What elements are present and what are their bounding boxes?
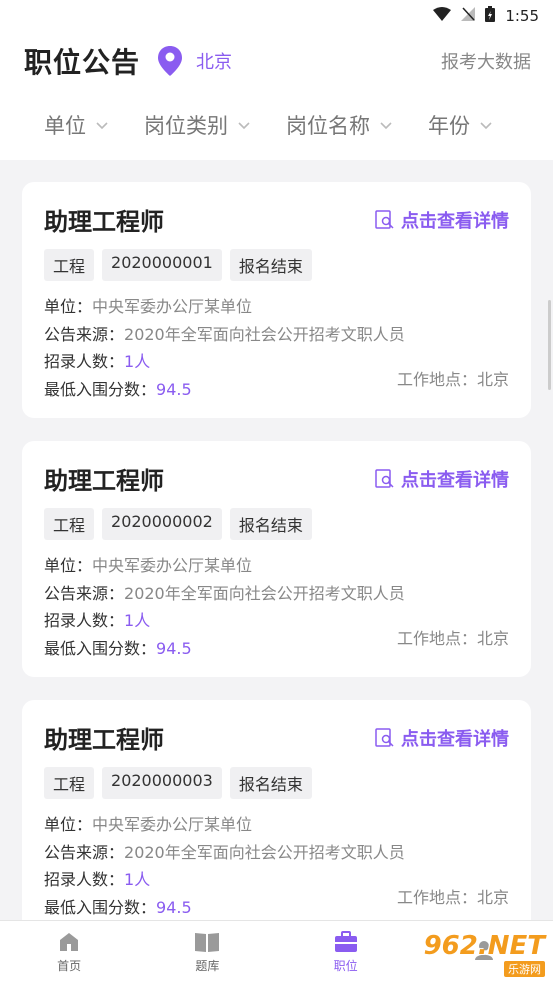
source-row: 公告来源：2020年全军面向社会公开招考文职人员 (44, 580, 509, 608)
filter-label: 岗位名称 (286, 114, 370, 138)
home-icon (60, 932, 79, 951)
filter-label: 单位 (44, 114, 86, 138)
tab-label: 职位 (333, 958, 358, 973)
job-card[interactable]: 助理工程师 点击查看详情 工程 2020000002 报名结束 单位：中央军委办… (22, 441, 531, 677)
unit-row: 单位：中央军委办公厅某单位 (44, 293, 509, 321)
source-label: 公告来源： (44, 324, 125, 344)
filter-unit[interactable]: 单位 (44, 110, 108, 140)
job-title: 助理工程师 (44, 726, 164, 754)
status-time: 1:55 (505, 7, 539, 25)
source-value: 2020年全军面向社会公开招考文职人员 (124, 583, 405, 603)
score-value: 94.5 (156, 897, 192, 917)
tab-label: 首页 (57, 958, 82, 973)
unit-label: 单位： (44, 815, 93, 834)
tag-category: 工程 (44, 508, 95, 540)
view-detail-link[interactable]: 点击查看详情 (375, 466, 509, 492)
tab-question-bank[interactable]: 题库 (138, 921, 276, 983)
chevron-down-icon (380, 122, 392, 130)
unit-label: 单位： (44, 297, 93, 316)
job-list: 助理工程师 点击查看详情 工程 2020000001 报名结束 单位：中央军委办… (0, 160, 553, 936)
tag-category: 工程 (44, 249, 95, 281)
document-search-icon (375, 209, 394, 229)
tag-code: 2020000003 (102, 767, 222, 799)
unit-label: 单位： (44, 556, 93, 575)
work-location: 工作地点：北京 (396, 888, 509, 907)
unit-value: 中央军委办公厅某单位 (92, 297, 253, 316)
chevron-down-icon (238, 122, 250, 130)
status-bar: 1:55 (0, 0, 553, 32)
job-title: 助理工程师 (44, 208, 164, 236)
filter-position[interactable]: 岗位名称 (286, 110, 392, 140)
no-signal-icon (461, 7, 476, 25)
tag-code: 2020000002 (102, 508, 222, 540)
filter-label: 岗位类别 (144, 114, 228, 138)
view-detail-link[interactable]: 点击查看详情 (375, 207, 509, 233)
filter-category[interactable]: 岗位类别 (144, 110, 250, 140)
count-label: 招录人数： (44, 870, 125, 889)
tag-code: 2020000001 (102, 249, 222, 281)
battery-icon (485, 6, 496, 26)
big-data-link[interactable]: 报考大数据 (441, 48, 531, 74)
city-selector[interactable]: 北京 (196, 48, 232, 74)
count-value: 1人 (124, 352, 151, 371)
job-card[interactable]: 助理工程师 点击查看详情 工程 2020000003 报名结束 单位：中央军委办… (22, 700, 531, 936)
app-header: 职位公告 北京 报考大数据 (0, 32, 553, 90)
count-label: 招录人数： (44, 611, 125, 630)
source-label: 公告来源： (44, 842, 125, 862)
scrollbar[interactable] (548, 300, 551, 390)
source-value: 2020年全军面向社会公开招考文职人员 (124, 324, 405, 344)
unit-row: 单位：中央军委办公厅某单位 (44, 552, 509, 580)
source-row: 公告来源：2020年全军面向社会公开招考文职人员 (44, 839, 509, 867)
source-label: 公告来源： (44, 583, 125, 603)
tab-home[interactable]: 首页 (0, 921, 138, 983)
count-label: 招录人数： (44, 352, 125, 371)
location-pin-icon[interactable] (158, 46, 183, 76)
score-label: 最低入围分数： (44, 638, 157, 658)
tag-status: 报名结束 (229, 767, 312, 799)
view-detail-label: 点击查看详情 (401, 469, 509, 491)
document-search-icon (375, 468, 394, 488)
view-detail-label: 点击查看详情 (401, 728, 509, 750)
filter-year[interactable]: 年份 (428, 110, 492, 140)
watermark-text: 962.NET (423, 931, 545, 961)
chevron-down-icon (480, 122, 492, 130)
source-row: 公告来源：2020年全军面向社会公开招考文职人员 (44, 321, 509, 349)
watermark-subtext: 乐游网 (504, 961, 545, 977)
page-title: 职位公告 (24, 46, 141, 79)
document-search-icon (375, 727, 394, 747)
chevron-down-icon (96, 122, 108, 130)
score-value: 94.5 (156, 379, 192, 399)
score-label: 最低入围分数： (44, 897, 157, 917)
view-detail-label: 点击查看详情 (401, 210, 509, 232)
tab-label: 题库 (195, 958, 220, 973)
site-watermark-logo: 962.NET 乐游网 (409, 931, 545, 977)
job-card[interactable]: 助理工程师 点击查看详情 工程 2020000001 报名结束 单位：中央军委办… (22, 182, 531, 418)
tag-status: 报名结束 (229, 508, 312, 540)
view-detail-link[interactable]: 点击查看详情 (375, 725, 509, 751)
filter-bar: 单位 岗位类别 岗位名称 年份 (0, 90, 553, 160)
tab-positions[interactable]: 职位 (277, 921, 415, 983)
unit-value: 中央军委办公厅某单位 (92, 815, 253, 834)
unit-value: 中央军委办公厅某单位 (92, 556, 253, 575)
wifi-icon (433, 7, 452, 25)
work-location: 工作地点：北京 (396, 370, 509, 389)
score-label: 最低入围分数： (44, 379, 157, 399)
count-value: 1人 (124, 611, 151, 630)
tag-category: 工程 (44, 767, 95, 799)
score-value: 94.5 (156, 638, 192, 658)
source-value: 2020年全军面向社会公开招考文职人员 (124, 842, 405, 862)
job-title: 助理工程师 (44, 467, 164, 495)
tag-status: 报名结束 (229, 249, 312, 281)
work-location: 工作地点：北京 (396, 629, 509, 648)
book-icon (195, 932, 220, 952)
count-value: 1人 (124, 870, 151, 889)
filter-label: 年份 (428, 114, 470, 138)
briefcase-icon (334, 930, 357, 952)
unit-row: 单位：中央军委办公厅某单位 (44, 811, 509, 839)
